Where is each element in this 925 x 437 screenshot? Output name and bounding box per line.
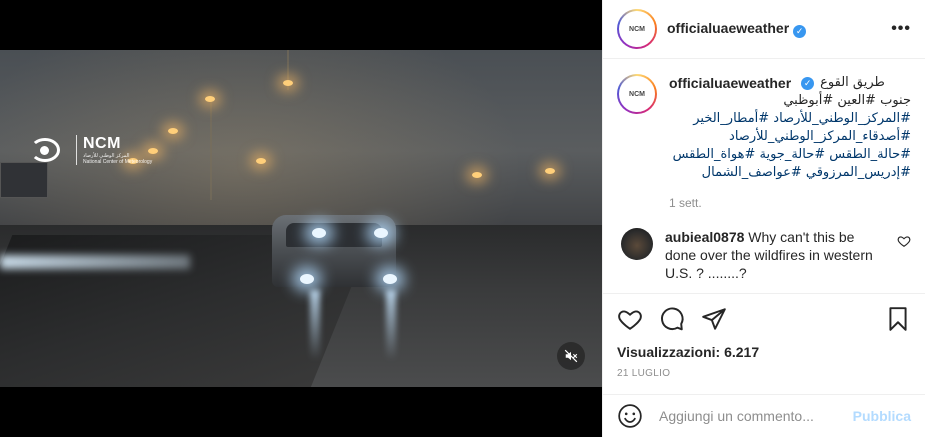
emoji-icon[interactable] <box>617 403 643 429</box>
caption-line: طريق القوع <box>820 75 885 90</box>
author-avatar[interactable]: NCM <box>617 9 657 49</box>
car-headlight <box>312 228 326 238</box>
commenter-avatar[interactable] <box>621 228 653 260</box>
logo-text: NCM المركز الوطني للأرصاد National Cente… <box>83 135 152 165</box>
ncm-watermark: NCM المركز الوطني للأرصاد National Cente… <box>26 135 152 165</box>
caption-username[interactable]: officialuaeweather <box>669 74 791 92</box>
video-car <box>272 215 396 287</box>
bookmark-icon[interactable] <box>885 306 911 332</box>
car-headlight <box>300 274 314 284</box>
verified-icon: ✓ <box>801 76 815 90</box>
comment-input[interactable]: Aggiungi un commento... <box>659 408 814 424</box>
headlight-reflection <box>310 290 320 360</box>
comment-like-icon[interactable] <box>897 234 911 248</box>
car-headlight <box>374 228 388 238</box>
caption-line[interactable]: جنوب #العين #أبوظبي <box>669 92 911 110</box>
caption: NCM officialuaeweather ✓ طريق القوع جنوب… <box>617 74 911 182</box>
commenter-username[interactable]: aubieal0878 <box>665 229 744 245</box>
share-icon[interactable] <box>701 306 727 332</box>
post-date[interactable]: 21 LUGLIO <box>617 368 911 379</box>
video-sign <box>0 162 48 198</box>
action-icons <box>617 304 911 334</box>
caption-hashtags: جنوب #العين #أبوظبي #المركز_الوطني_للأرص… <box>669 92 911 182</box>
post-actions: Visualizzazioni: 6.217 21 LUGLIO <box>603 293 925 379</box>
caption-line[interactable]: #إدريس_المرزوقي #عواصف_الشمال <box>669 164 911 182</box>
comments-area: NCM officialuaeweather ✓ طريق القوع جنوب… <box>603 60 925 292</box>
verified-icon: ✓ <box>793 25 807 38</box>
caption-time[interactable]: 1 sett. <box>669 196 911 210</box>
video-streetlight <box>283 80 293 86</box>
comment-icon[interactable] <box>659 306 685 332</box>
mute-button[interactable] <box>557 342 585 370</box>
more-icon[interactable]: ••• <box>891 20 911 38</box>
video-streetlight <box>168 128 178 134</box>
views-count[interactable]: Visualizzazioni: 6.217 <box>617 344 911 360</box>
post-media: NCM المركز الوطني للأرصاد National Cente… <box>0 0 602 437</box>
publish-button[interactable]: Pubblica <box>853 408 911 424</box>
heart-icon[interactable] <box>617 306 643 332</box>
mute-icon <box>564 349 578 363</box>
post-header: NCM officialuaeweather ✓ ••• <box>603 0 925 59</box>
add-comment-bar: Aggiungi un commento... Pubblica <box>603 394 925 437</box>
post-sidebar: NCM officialuaeweather ✓ ••• NCM official… <box>602 0 925 437</box>
headlight-reflection <box>386 290 396 360</box>
caption-line[interactable]: #حالة_الطقس #حالة_جوية #هواة_الطقس <box>669 146 911 164</box>
video-light-trail <box>0 255 190 269</box>
video-pole <box>210 100 212 200</box>
logo-sub-en: National Center of Meteorology <box>83 159 153 165</box>
caption-body: officialuaeweather ✓ طريق القوع جنوب #ال… <box>669 74 911 182</box>
avatar-logo: NCM <box>629 25 645 33</box>
car-headlight <box>383 274 397 284</box>
video-player[interactable]: NCM المركز الوطني للأرصاد National Cente… <box>0 50 602 387</box>
caption-line[interactable]: #أصدقاء_المركز_الوطني_للأرصاد <box>669 128 911 146</box>
caption-line[interactable]: #المركز_الوطني_للأرصاد #أمطار_الخير <box>669 110 911 128</box>
logo-divider <box>76 135 77 165</box>
video-streetlight <box>472 172 482 178</box>
avatar-logo: NCM <box>629 90 645 98</box>
car-windshield <box>286 223 382 247</box>
comment: aubieal0878 Why can't this be done over … <box>617 228 911 282</box>
video-streetlight <box>545 168 555 174</box>
author-username-text[interactable]: officialuaeweather <box>667 20 789 36</box>
ncm-logo-icon <box>26 135 70 165</box>
comment-text-cut: U.S. ? ........? <box>665 265 747 281</box>
caption-avatar[interactable]: NCM <box>617 74 657 114</box>
comment-body: aubieal0878 Why can't this be done over … <box>665 228 880 282</box>
logo-title: NCM <box>83 135 121 152</box>
author-username[interactable]: officialuaeweather ✓ <box>667 20 807 38</box>
video-streetlight <box>256 158 266 164</box>
video-streetlight <box>205 96 215 102</box>
